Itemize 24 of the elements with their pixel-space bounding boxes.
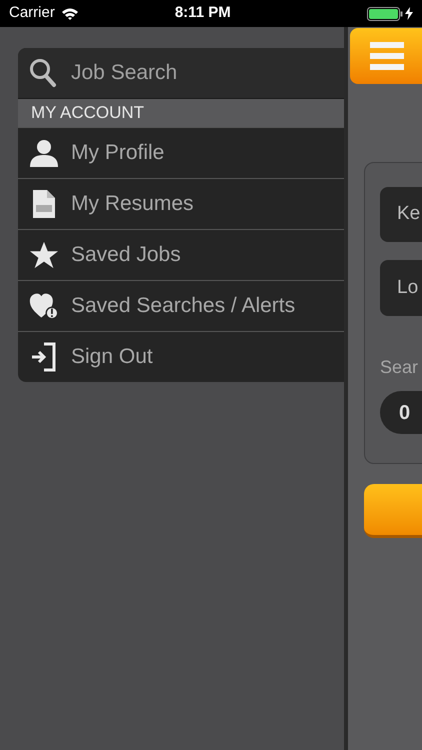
- sign-out-icon: [31, 342, 57, 372]
- menu-item[interactable]: Saved Jobs: [18, 229, 344, 280]
- keyword-field[interactable]: Ke: [380, 187, 422, 242]
- charging-icon: [405, 7, 413, 20]
- document-icon: [31, 189, 57, 219]
- count-pill[interactable]: 0: [380, 391, 422, 434]
- menu-item[interactable]: My Resumes: [18, 178, 344, 229]
- person-icon: [29, 138, 59, 168]
- battery-icon: [367, 6, 405, 20]
- wifi-icon: [60, 7, 79, 20]
- time-text: 8:11 PM: [174, 3, 231, 24]
- location-field[interactable]: Lo: [380, 260, 422, 316]
- section-header: MY ACCOUNT: [18, 98, 344, 127]
- menu-item[interactable]: My Profile: [18, 127, 344, 178]
- search-icon: [29, 58, 57, 88]
- menu-icon: [370, 42, 404, 70]
- star-icon: [29, 240, 59, 270]
- menu-button[interactable]: [350, 28, 422, 84]
- job-search-item[interactable]: Job Search: [18, 48, 344, 98]
- menu-item[interactable]: Saved Searches / Alerts: [18, 280, 344, 331]
- search-label: Sear: [380, 356, 420, 379]
- menu-item[interactable]: Sign Out: [18, 331, 344, 382]
- carrier-text: Carrier: [9, 3, 55, 24]
- heart-alert-icon: [29, 291, 59, 321]
